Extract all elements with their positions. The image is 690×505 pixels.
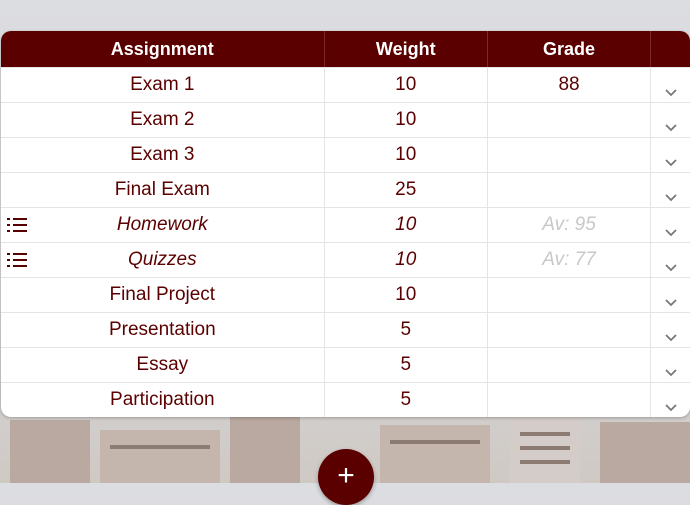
grade-value: 88 bbox=[558, 74, 580, 95]
weight-value: 10 bbox=[395, 249, 417, 270]
row-expand-button[interactable] bbox=[651, 278, 690, 312]
assignment-cell[interactable]: Final Project bbox=[1, 278, 325, 312]
grade-cell[interactable]: Av: 77 bbox=[488, 243, 652, 277]
table-row[interactable]: Quizzes 10 Av: 77 bbox=[1, 242, 690, 277]
weight-value: 10 bbox=[395, 144, 417, 165]
row-expand-button[interactable] bbox=[651, 138, 690, 172]
table-row[interactable]: Homework 10 Av: 95 bbox=[1, 207, 690, 242]
grade-cell[interactable] bbox=[488, 103, 652, 137]
row-expand-button[interactable] bbox=[651, 68, 690, 102]
assignment-name: Exam 3 bbox=[130, 144, 195, 165]
table-body: Exam 1 10 88 Exam 2 10 Exam 3 10 Final Exam 25 Ho… bbox=[1, 67, 690, 417]
grade-cell[interactable] bbox=[488, 278, 652, 312]
weight-value: 10 bbox=[395, 109, 417, 130]
weight-value: 10 bbox=[395, 284, 417, 305]
assignment-name: Quizzes bbox=[127, 249, 197, 270]
chevron-down-icon bbox=[664, 221, 677, 237]
assignment-cell[interactable]: Quizzes bbox=[1, 243, 325, 277]
grades-table: Assignment Weight Grade Exam 1 10 88 Exam 2… bbox=[1, 31, 690, 417]
grade-average: Av: 95 bbox=[542, 214, 596, 235]
header-assignment[interactable]: Assignment bbox=[1, 31, 325, 67]
grade-cell[interactable] bbox=[488, 348, 652, 382]
table-row[interactable]: Essay 5 bbox=[1, 347, 690, 382]
assignment-name: Exam 1 bbox=[130, 74, 195, 95]
header-grade[interactable]: Grade bbox=[488, 31, 652, 67]
assignment-cell[interactable]: Essay bbox=[1, 348, 325, 382]
assignment-name: Presentation bbox=[108, 319, 216, 340]
chevron-down-icon bbox=[664, 116, 677, 132]
weight-cell[interactable]: 10 bbox=[325, 103, 488, 137]
assignment-cell[interactable]: Exam 3 bbox=[1, 138, 325, 172]
table-row[interactable]: Participation 5 bbox=[1, 382, 690, 417]
assignment-cell[interactable]: Exam 1 bbox=[1, 68, 325, 102]
list-icon[interactable] bbox=[7, 252, 27, 268]
weight-value: 5 bbox=[400, 389, 412, 410]
row-expand-button[interactable] bbox=[651, 173, 690, 207]
table-row[interactable]: Exam 2 10 bbox=[1, 102, 690, 137]
row-expand-button[interactable] bbox=[651, 103, 690, 137]
weight-cell[interactable]: 5 bbox=[325, 348, 488, 382]
assignment-name: Final Exam bbox=[114, 179, 210, 200]
chevron-down-icon bbox=[664, 326, 677, 342]
row-expand-button[interactable] bbox=[651, 243, 690, 277]
assignment-cell[interactable]: Final Exam bbox=[1, 173, 325, 207]
assignment-cell[interactable]: Participation bbox=[1, 383, 325, 417]
grade-cell[interactable] bbox=[488, 173, 652, 207]
assignment-cell[interactable]: Homework bbox=[1, 208, 325, 242]
list-icon[interactable] bbox=[7, 217, 27, 233]
grade-average: Av: 77 bbox=[542, 249, 596, 270]
table-row[interactable]: Final Exam 25 bbox=[1, 172, 690, 207]
grade-cell[interactable] bbox=[488, 138, 652, 172]
table-row[interactable]: Exam 3 10 bbox=[1, 137, 690, 172]
weight-value: 5 bbox=[400, 319, 412, 340]
chevron-down-icon bbox=[664, 291, 677, 307]
weight-cell[interactable]: 10 bbox=[325, 138, 488, 172]
weight-cell[interactable]: 10 bbox=[325, 208, 488, 242]
assignment-name: Exam 2 bbox=[130, 109, 195, 130]
chevron-down-icon bbox=[664, 186, 677, 202]
chevron-down-icon bbox=[664, 81, 677, 97]
weight-value: 10 bbox=[395, 214, 417, 235]
weight-value: 5 bbox=[400, 354, 412, 375]
assignment-name: Participation bbox=[110, 389, 215, 410]
weight-cell[interactable]: 10 bbox=[325, 278, 488, 312]
weight-cell[interactable]: 25 bbox=[325, 173, 488, 207]
weight-value: 10 bbox=[395, 74, 417, 95]
grade-cell[interactable] bbox=[488, 383, 652, 417]
chevron-down-icon bbox=[664, 151, 677, 167]
plus-icon: + bbox=[337, 459, 355, 492]
row-expand-button[interactable] bbox=[651, 208, 690, 242]
chevron-down-icon bbox=[664, 256, 677, 272]
chevron-down-icon bbox=[664, 361, 677, 377]
weight-cell[interactable]: 5 bbox=[325, 313, 488, 347]
add-assignment-button[interactable]: + bbox=[318, 449, 374, 505]
assignment-name: Essay bbox=[136, 354, 189, 375]
table-row[interactable]: Exam 1 10 88 bbox=[1, 67, 690, 102]
assignment-cell[interactable]: Exam 2 bbox=[1, 103, 325, 137]
table-header: Assignment Weight Grade bbox=[1, 31, 690, 67]
weight-cell[interactable]: 5 bbox=[325, 383, 488, 417]
header-actions bbox=[651, 31, 690, 67]
grade-cell[interactable]: 88 bbox=[488, 68, 652, 102]
assignment-name: Final Project bbox=[109, 284, 216, 305]
grade-cell[interactable] bbox=[488, 313, 652, 347]
chevron-down-icon bbox=[664, 396, 677, 412]
weight-cell[interactable]: 10 bbox=[325, 68, 488, 102]
grade-cell[interactable]: Av: 95 bbox=[488, 208, 652, 242]
assignment-cell[interactable]: Presentation bbox=[1, 313, 325, 347]
weight-value: 25 bbox=[395, 179, 417, 200]
table-row[interactable]: Final Project 10 bbox=[1, 277, 690, 312]
table-row[interactable]: Presentation 5 bbox=[1, 312, 690, 347]
assignment-name: Homework bbox=[116, 214, 208, 235]
row-expand-button[interactable] bbox=[651, 348, 690, 382]
header-weight[interactable]: Weight bbox=[325, 31, 488, 67]
row-expand-button[interactable] bbox=[651, 383, 690, 417]
weight-cell[interactable]: 10 bbox=[325, 243, 488, 277]
row-expand-button[interactable] bbox=[651, 313, 690, 347]
